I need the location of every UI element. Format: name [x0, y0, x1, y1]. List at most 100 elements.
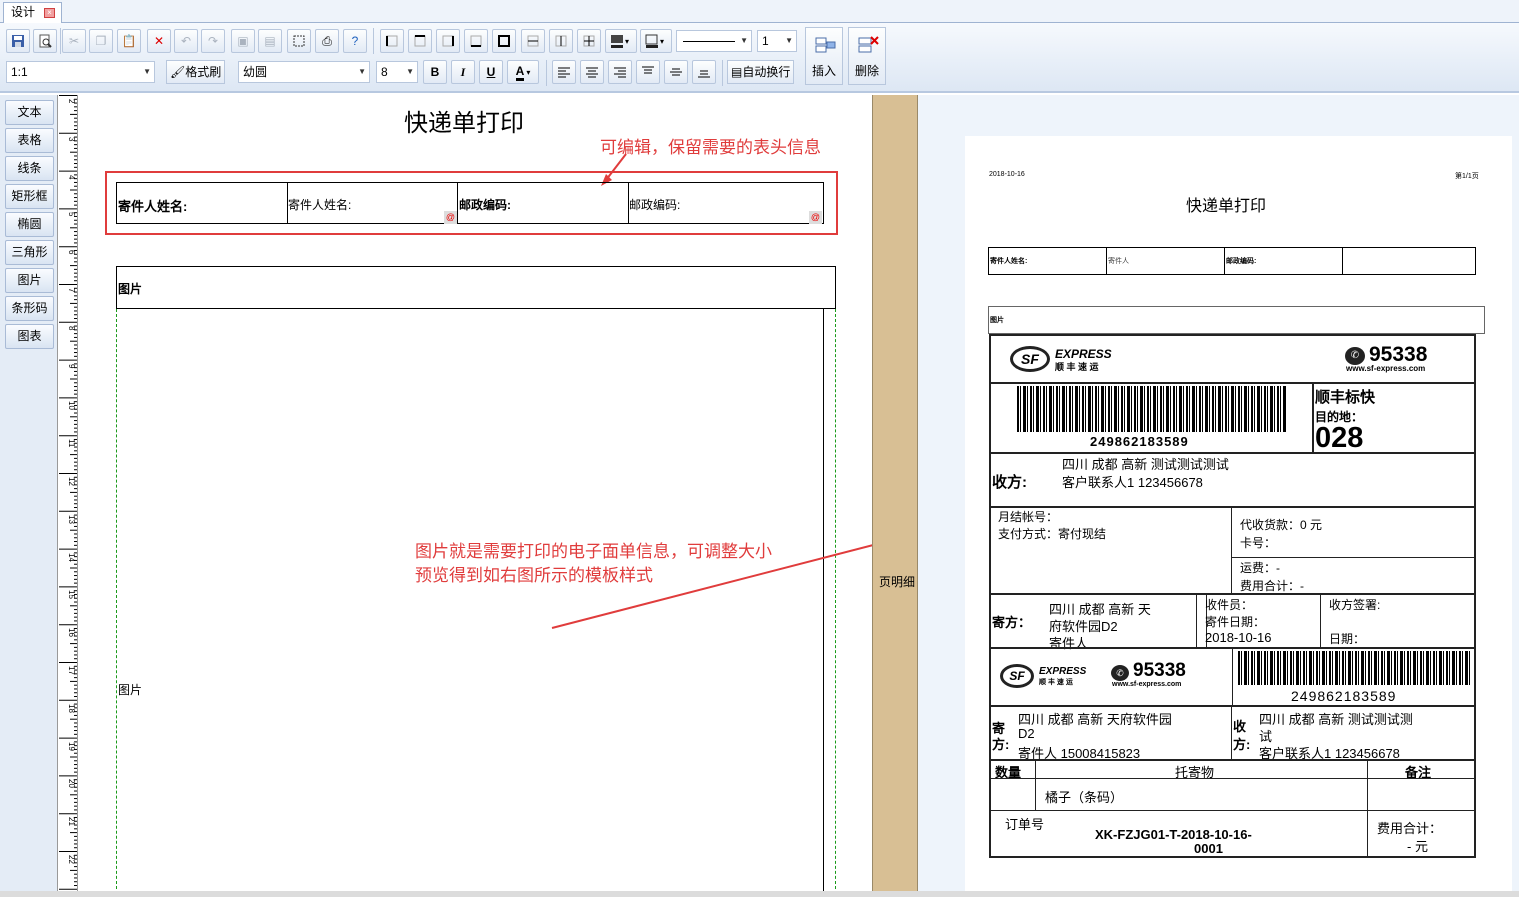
component-ellipse-button[interactable]: 椭圆: [5, 212, 54, 237]
line-style-select[interactable]: ▼: [676, 30, 752, 52]
component-rectangle-button[interactable]: 矩形框: [5, 184, 54, 209]
order-number-1: XK-FZJG01-T-2018-10-16-: [1095, 827, 1252, 842]
component-image-button[interactable]: 图片: [5, 268, 54, 293]
preview-header-cell: 寄件人: [1108, 258, 1129, 265]
col-line: [1231, 707, 1232, 759]
fee-value: - 元: [1407, 839, 1428, 854]
component-line-button[interactable]: 线条: [5, 156, 54, 181]
header-cell[interactable]: 寄件人姓名:: [118, 196, 187, 215]
ruler-number: 3: [67, 136, 76, 142]
ruler-number: 12: [67, 477, 76, 486]
font-color-button[interactable]: A ▾: [507, 60, 539, 84]
preview-image-header: [988, 306, 1485, 334]
preview-header-cell: 邮政编码:: [1226, 258, 1257, 265]
receiver-sign: 收方签署:: [1329, 598, 1381, 612]
font-size-select[interactable]: 8 ▼: [376, 61, 418, 83]
align-center-icon[interactable]: [580, 60, 604, 84]
border-bottom-icon[interactable]: [464, 29, 488, 53]
header-cell[interactable]: 邮政编码:: [629, 196, 680, 213]
fill-color-icon[interactable]: ▾: [605, 29, 637, 53]
tab-design[interactable]: 设计 ×: [3, 2, 62, 23]
sf-logo-icon: SF: [1010, 346, 1050, 372]
courier: 收件员：: [1205, 598, 1254, 612]
ruler-number: 13: [67, 514, 76, 524]
save-icon[interactable]: [6, 29, 30, 53]
border-all-icon[interactable]: [492, 29, 516, 53]
send-date: 2018-10-16: [1205, 630, 1272, 645]
tab-bar: 设计 ×: [0, 0, 1519, 23]
row-line: [990, 705, 1475, 707]
border-inner-icon[interactable]: [577, 29, 601, 53]
redo-icon[interactable]: ↷: [201, 29, 225, 53]
horizontal-scrollbar[interactable]: [0, 891, 1519, 897]
border-vertical-icon[interactable]: [549, 29, 573, 53]
delete-button[interactable]: 删除: [848, 27, 886, 85]
italic-button[interactable]: I: [451, 60, 475, 84]
component-text-button[interactable]: 文本: [5, 100, 54, 125]
receiver-address: 四川 成都 高新 测试测试测试: [1062, 457, 1229, 472]
insert-button[interactable]: 插入: [805, 27, 843, 85]
component-chart-button[interactable]: 图表: [5, 324, 54, 349]
header-cell[interactable]: 寄件人姓名:: [288, 196, 351, 213]
component-triangle-button[interactable]: 三角形: [5, 240, 54, 265]
detail-band[interactable]: 页明细: [872, 95, 918, 891]
close-icon[interactable]: ×: [44, 8, 55, 18]
align-top-icon[interactable]: [636, 60, 660, 84]
undo-icon[interactable]: ↶: [174, 29, 198, 53]
help-icon[interactable]: ?: [343, 29, 367, 53]
image-field-label: 图片: [118, 683, 143, 697]
bring-front-icon[interactable]: ▣: [231, 29, 255, 53]
delete-label: 删除: [854, 64, 879, 78]
ruler-number: 4: [67, 174, 76, 180]
border-right-icon[interactable]: [436, 29, 460, 53]
component-barcode-button[interactable]: 条形码: [5, 296, 54, 321]
ruler-number: 18: [67, 703, 76, 713]
paste-icon[interactable]: 📋: [117, 29, 141, 53]
monthly-account: 月结帐号：: [998, 510, 1059, 524]
vertical-ruler: 2 3 4 5 6 7 8 9 10 11 12 13 14 15 16 17 18 19 20 21 22: [57, 95, 78, 891]
total-fee: 费用合计：-: [1240, 579, 1304, 593]
copy-icon[interactable]: ❐: [89, 29, 113, 53]
page-setup-icon[interactable]: ⎙: [315, 29, 339, 53]
align-bottom-icon[interactable]: [692, 60, 716, 84]
underline-button[interactable]: U: [479, 60, 503, 84]
report-title[interactable]: 快递单打印: [404, 103, 524, 138]
row-line: [990, 506, 1475, 508]
order-label: 订单号: [1005, 817, 1045, 832]
phone-icon: ✆: [1345, 347, 1365, 365]
border-color-icon[interactable]: ▾: [640, 29, 672, 53]
align-middle-icon[interactable]: [664, 60, 688, 84]
send-back-icon[interactable]: ▤: [258, 29, 282, 53]
header-cell[interactable]: 邮政编码:: [459, 196, 511, 213]
row-line: [990, 810, 1475, 811]
auto-wrap-button[interactable]: ▤自动换行: [727, 60, 795, 84]
ruler-number: 22: [67, 855, 76, 864]
line-width-select[interactable]: 1 ▼: [757, 30, 797, 52]
print-preview-icon[interactable]: [33, 29, 57, 53]
field-bind-icon[interactable]: @: [809, 211, 822, 224]
border-top-icon[interactable]: [408, 29, 432, 53]
svg-text:▾: ▾: [660, 37, 664, 46]
align-left-icon[interactable]: [552, 60, 576, 84]
bold-button[interactable]: B: [423, 60, 447, 84]
ruler-number: 17: [67, 666, 76, 675]
zoom-select[interactable]: 1:1 ▼: [6, 61, 155, 83]
preview-date: 2018-10-16: [989, 171, 1025, 178]
align-right-icon[interactable]: [608, 60, 632, 84]
format-painter-button[interactable]: 🖌格式刷: [166, 60, 226, 84]
send-date-label: 寄件日期：: [1205, 615, 1266, 629]
col-line: [1312, 384, 1314, 452]
design-canvas[interactable]: 快递单打印 可编辑，保留需要的表头信息 寄件人姓名: 寄件人姓名: 邮政编码: …: [78, 95, 872, 891]
border-horizontal-icon[interactable]: [521, 29, 545, 53]
component-label: 图表: [17, 329, 42, 343]
select-region-icon[interactable]: [287, 29, 311, 53]
component-table-button[interactable]: 表格: [5, 128, 54, 153]
font-family-select[interactable]: 幼圆 ▼: [238, 61, 370, 83]
delete-icon[interactable]: ✕: [147, 29, 171, 53]
image-header-cell[interactable]: [116, 266, 836, 309]
cut-icon[interactable]: ✂: [62, 29, 86, 53]
border-left-icon[interactable]: [380, 29, 404, 53]
tracking-number: 249862183589: [1090, 434, 1189, 449]
field-bind-icon[interactable]: @: [444, 211, 457, 224]
express-cn: 顺 丰 速 运: [1055, 362, 1099, 372]
